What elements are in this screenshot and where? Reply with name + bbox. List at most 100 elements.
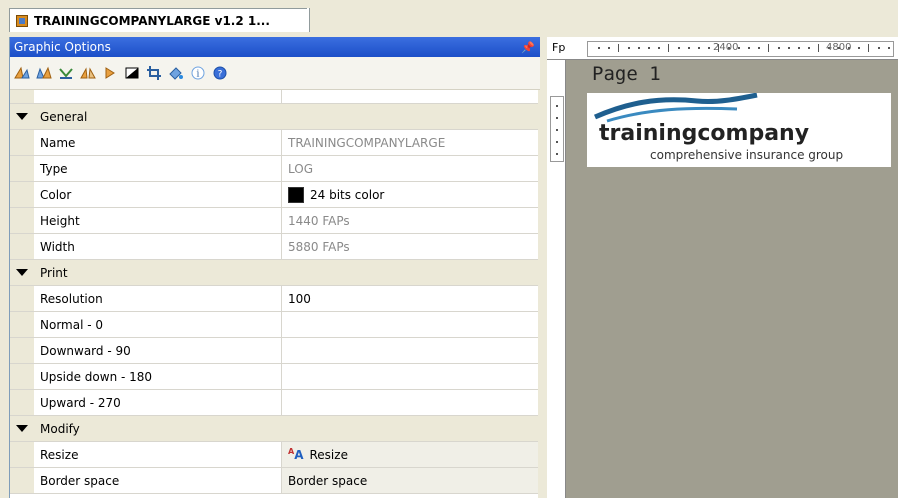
property-row-downward[interactable]: Downward - 90 bbox=[10, 338, 541, 364]
ruler-tick bbox=[718, 44, 719, 52]
rotate-left-icon[interactable] bbox=[14, 66, 30, 80]
vertical-ruler bbox=[547, 60, 566, 498]
ruler-tick bbox=[698, 47, 700, 49]
vertical-ruler-scale bbox=[550, 96, 564, 162]
property-row-border-space[interactable]: Border space Border space bbox=[10, 468, 541, 494]
category-modify[interactable]: Modify bbox=[10, 416, 541, 442]
page-label: Page 1 bbox=[592, 63, 661, 85]
svg-text:i: i bbox=[197, 70, 200, 80]
panel-title: Graphic Options bbox=[14, 40, 111, 54]
resize-button[interactable]: AA Resize bbox=[282, 442, 541, 467]
arrow-right-icon[interactable] bbox=[102, 66, 118, 80]
property-label: Upward - 270 bbox=[34, 390, 282, 415]
property-row-type[interactable]: Type LOG bbox=[10, 156, 541, 182]
property-label: Normal - 0 bbox=[34, 312, 282, 337]
ruler-tick bbox=[638, 47, 640, 49]
property-row-upward[interactable]: Upward - 270 bbox=[10, 390, 541, 416]
ruler-tick bbox=[618, 44, 619, 52]
ruler-tick bbox=[556, 129, 558, 131]
category-label: Print bbox=[40, 265, 68, 280]
logo-sub-text: comprehensive insurance group bbox=[650, 148, 844, 162]
property-label: Width bbox=[34, 234, 282, 259]
property-value[interactable] bbox=[282, 338, 541, 363]
pin-icon[interactable]: 📌 bbox=[521, 41, 535, 54]
ruler-tick bbox=[888, 47, 890, 49]
color-value: 24 bits color bbox=[310, 187, 385, 202]
tab-divider bbox=[307, 8, 309, 32]
border-space-button[interactable]: Border space bbox=[282, 468, 541, 493]
ruler-tick bbox=[848, 47, 850, 49]
ruler-tick bbox=[556, 117, 558, 119]
collapse-caret-icon[interactable] bbox=[16, 425, 28, 432]
property-value[interactable] bbox=[282, 364, 541, 389]
property-label: Name bbox=[34, 130, 282, 155]
help-icon[interactable]: ? bbox=[212, 66, 228, 80]
ruler-tick bbox=[828, 47, 830, 49]
property-value[interactable]: LOG bbox=[282, 156, 541, 181]
category-label: General bbox=[40, 109, 88, 124]
flip-icon[interactable] bbox=[58, 66, 74, 80]
category-print[interactable]: Print bbox=[10, 260, 541, 286]
ruler-tick bbox=[868, 44, 869, 52]
report-icon bbox=[16, 14, 28, 27]
invert-icon[interactable] bbox=[124, 66, 140, 80]
document-tab-strip: TRAININGCOMPANYLARGE v1.2 1... bbox=[0, 0, 898, 32]
property-row-width[interactable]: Width 5880 FAPs bbox=[10, 234, 541, 260]
property-row-resize[interactable]: Resize AA Resize bbox=[10, 442, 541, 468]
ruler-tick bbox=[818, 44, 819, 52]
ruler-tick bbox=[788, 47, 790, 49]
resize-icon: AA bbox=[288, 447, 304, 462]
fill-icon[interactable] bbox=[168, 66, 184, 80]
property-value[interactable]: 5880 FAPs bbox=[282, 234, 541, 259]
property-value[interactable]: 24 bits color bbox=[282, 182, 541, 207]
color-swatch[interactable] bbox=[288, 186, 304, 203]
document-tab[interactable]: TRAININGCOMPANYLARGE v1.2 1... bbox=[9, 8, 310, 32]
rotate-right-icon[interactable] bbox=[36, 66, 52, 80]
ruler-tick bbox=[648, 47, 650, 49]
category-general[interactable]: General bbox=[10, 104, 541, 130]
ruler-tick bbox=[798, 47, 800, 49]
info-icon[interactable]: i bbox=[190, 66, 206, 80]
ruler-tick bbox=[668, 44, 669, 52]
property-row-height[interactable]: Height 1440 FAPs bbox=[10, 208, 541, 234]
property-row-normal[interactable]: Normal - 0 bbox=[10, 312, 541, 338]
property-value[interactable]: 100 bbox=[282, 286, 541, 311]
property-value[interactable] bbox=[282, 312, 541, 337]
ruler-tick bbox=[838, 47, 840, 49]
property-row-color[interactable]: Color 24 bits color bbox=[10, 182, 541, 208]
ruler-tick bbox=[556, 153, 558, 155]
collapse-caret-icon[interactable] bbox=[16, 113, 28, 120]
ruler-tick bbox=[708, 47, 710, 49]
ruler-tick bbox=[778, 47, 780, 49]
property-label: Border space bbox=[34, 468, 282, 493]
property-row-name[interactable]: Name TRAININGCOMPANYLARGE bbox=[10, 130, 541, 156]
ruler-tick bbox=[728, 47, 730, 49]
logo-main-text: trainingcompany bbox=[599, 121, 810, 146]
crop-icon[interactable] bbox=[146, 66, 162, 80]
ruler-tick bbox=[748, 47, 750, 49]
property-value[interactable] bbox=[282, 390, 541, 415]
category-label: Modify bbox=[40, 421, 80, 436]
panel-title-bar: Graphic Options 📌 bbox=[10, 37, 541, 57]
ruler-tick bbox=[878, 47, 880, 49]
property-label: Upside down - 180 bbox=[34, 364, 282, 389]
ruler-tick bbox=[608, 47, 610, 49]
designer-canvas[interactable]: Fp 2400 4800 Page 1 trainingcompany comp… bbox=[547, 37, 898, 498]
collapse-caret-icon[interactable] bbox=[16, 269, 28, 276]
property-label: Height bbox=[34, 208, 282, 233]
graphic-options-panel: Graphic Options 📌 i ? General Name TRAIN… bbox=[9, 37, 541, 498]
property-value[interactable]: 1440 FAPs bbox=[282, 208, 541, 233]
resize-button-label: Resize bbox=[309, 447, 348, 462]
property-label: Type bbox=[34, 156, 282, 181]
ruler-tick bbox=[768, 44, 769, 52]
property-row-upside-down[interactable]: Upside down - 180 bbox=[10, 364, 541, 390]
mirror-icon[interactable] bbox=[80, 66, 96, 80]
property-row-resolution[interactable]: Resolution 100 bbox=[10, 286, 541, 312]
ruler-tick bbox=[808, 47, 810, 49]
property-value[interactable]: TRAININGCOMPANYLARGE bbox=[282, 130, 541, 155]
property-grid: General Name TRAININGCOMPANYLARGE Type L… bbox=[10, 90, 541, 494]
property-label: Resolution bbox=[34, 286, 282, 311]
ruler-tick bbox=[556, 105, 558, 107]
logo-graphic[interactable]: trainingcompany comprehensive insurance … bbox=[587, 93, 891, 167]
document-tab-title: TRAININGCOMPANYLARGE v1.2 1... bbox=[34, 13, 270, 28]
